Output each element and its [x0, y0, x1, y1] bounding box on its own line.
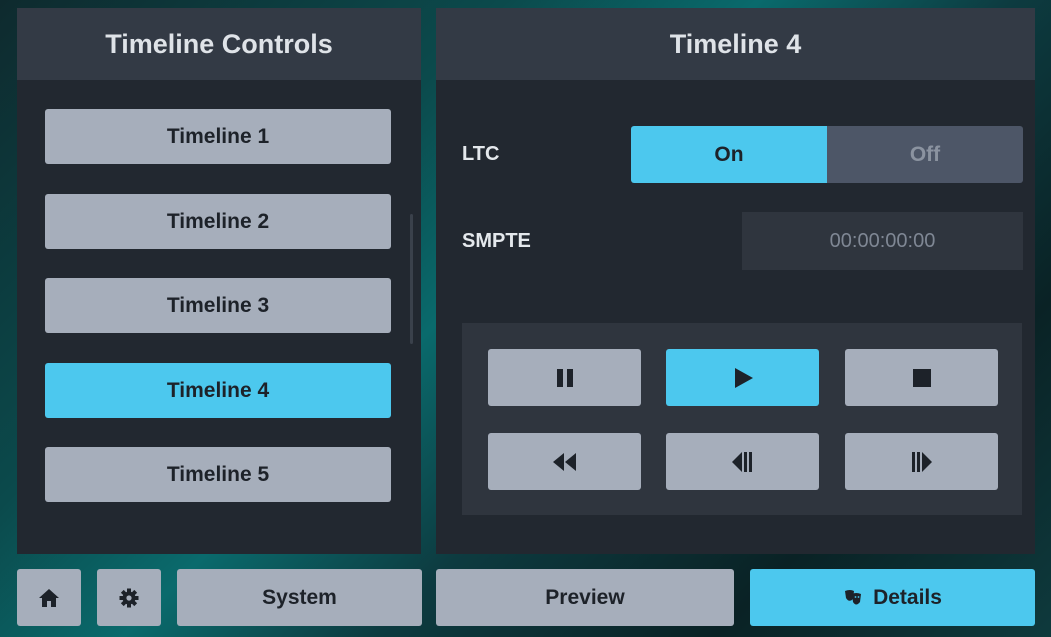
panel-title: Timeline Controls — [17, 8, 421, 80]
ltc-on-button[interactable]: On — [631, 126, 827, 183]
timeline-2-button[interactable]: Timeline 2 — [45, 194, 391, 249]
transport-controls — [462, 323, 1022, 515]
panel-title: Timeline 4 — [436, 8, 1035, 80]
settings-button[interactable] — [97, 569, 161, 626]
details-tab-label: Details — [873, 585, 942, 609]
ltc-label: LTC — [462, 143, 500, 165]
timeline-detail-panel: Timeline 4 LTC On Off SMPTE 00:00:00:00 — [436, 8, 1035, 554]
play-button[interactable] — [666, 349, 819, 406]
pause-button[interactable] — [488, 349, 641, 406]
timeline-4-button[interactable]: Timeline 4 — [45, 363, 391, 418]
system-tab[interactable]: System — [177, 569, 422, 626]
step-forward-button[interactable] — [845, 433, 998, 490]
step-back-icon — [731, 451, 752, 472]
preview-tab[interactable]: Preview — [436, 569, 734, 626]
timeline-controls-panel: Timeline Controls Timeline 1 Timeline 2 … — [17, 8, 421, 554]
ltc-off-button[interactable]: Off — [827, 126, 1023, 183]
home-icon — [39, 588, 59, 607]
details-tab[interactable]: Details — [750, 569, 1035, 626]
ltc-toggle: On Off — [631, 126, 1023, 183]
gear-icon — [119, 588, 139, 607]
timeline-5-button[interactable]: Timeline 5 — [45, 447, 391, 502]
rewind-icon — [552, 452, 576, 471]
step-back-button[interactable] — [666, 433, 819, 490]
pause-icon — [556, 368, 573, 387]
rewind-button[interactable] — [488, 433, 641, 490]
smpte-label: SMPTE — [462, 230, 531, 252]
list-scrollbar[interactable] — [410, 214, 413, 344]
step-forward-icon — [911, 451, 932, 472]
home-button[interactable] — [17, 569, 81, 626]
stop-icon — [912, 368, 931, 387]
theater-masks-icon — [845, 589, 862, 604]
timeline-1-button[interactable]: Timeline 1 — [45, 109, 391, 164]
stop-button[interactable] — [845, 349, 998, 406]
smpte-timecode-field[interactable]: 00:00:00:00 — [742, 212, 1023, 270]
timeline-3-button[interactable]: Timeline 3 — [45, 278, 391, 333]
play-icon — [734, 367, 753, 388]
